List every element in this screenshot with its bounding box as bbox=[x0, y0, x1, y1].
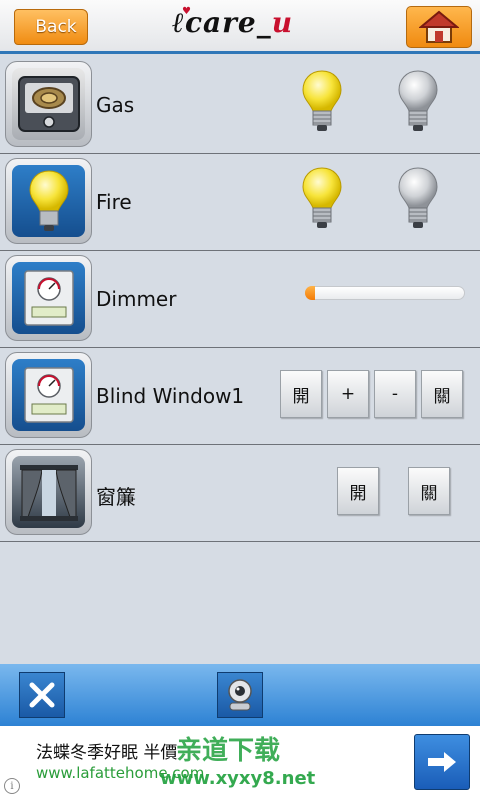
bottom-toolbar bbox=[0, 664, 480, 726]
dimmer-slider[interactable] bbox=[305, 286, 465, 300]
bulb-off-icon[interactable] bbox=[396, 69, 440, 133]
logo-care: care_ bbox=[184, 6, 272, 39]
blind-open-button[interactable]: 開 bbox=[280, 370, 322, 418]
bulb-off-icon[interactable] bbox=[396, 166, 440, 230]
close-button[interactable] bbox=[19, 672, 65, 718]
close-icon bbox=[29, 682, 55, 708]
logo-u: u bbox=[271, 6, 294, 39]
info-icon[interactable]: i bbox=[4, 778, 20, 794]
arrow-right-icon bbox=[428, 752, 456, 772]
watermark-text: 亲道下载 bbox=[176, 736, 281, 766]
device-list: Gas Fire Dimmer Blind Window1 開 + - 關 窗簾… bbox=[0, 57, 480, 542]
device-row-blind-window1: Blind Window1 開 + - 關 bbox=[0, 348, 480, 445]
device-row-fire: Fire bbox=[0, 154, 480, 251]
top-bar: Back ♥ ℓcare_u bbox=[0, 0, 480, 54]
thermostat-icon bbox=[23, 270, 74, 326]
device-icon-frame[interactable] bbox=[5, 449, 92, 535]
device-icon-frame[interactable] bbox=[5, 158, 92, 244]
blind-up-button[interactable]: + bbox=[327, 370, 369, 418]
slider-fill bbox=[305, 286, 315, 300]
bulb-on-icon[interactable] bbox=[300, 166, 344, 230]
device-label: Gas bbox=[96, 93, 135, 117]
home-button[interactable] bbox=[406, 6, 472, 48]
device-icon-frame[interactable] bbox=[5, 255, 92, 341]
blind-close-button[interactable]: 關 bbox=[421, 370, 463, 418]
back-button[interactable]: Back bbox=[14, 9, 88, 45]
device-label: Fire bbox=[96, 190, 132, 214]
bulb-on-icon[interactable] bbox=[300, 69, 344, 133]
device-icon-frame[interactable] bbox=[5, 352, 92, 438]
thermostat-icon bbox=[23, 367, 74, 423]
ad-text: 法蝶冬季好眠 半價 bbox=[36, 743, 178, 763]
ad-banner[interactable]: 法蝶冬季好眠 半價 www.lafattehome.com 亲道下载 www.x… bbox=[0, 726, 480, 800]
device-icon-frame[interactable] bbox=[5, 61, 92, 147]
heart-icon: ♥ bbox=[182, 6, 192, 17]
curtain-open-button[interactable]: 開 bbox=[337, 467, 379, 515]
device-row-dimmer: Dimmer bbox=[0, 251, 480, 348]
ad-go-button[interactable] bbox=[414, 734, 470, 790]
gas-stove-icon bbox=[17, 76, 80, 132]
camera-button[interactable] bbox=[217, 672, 263, 718]
device-row-curtain: 窗簾 開 關 bbox=[0, 445, 480, 542]
webcam-icon bbox=[228, 679, 252, 711]
curtain-close-button[interactable]: 關 bbox=[408, 467, 450, 515]
slider-track bbox=[305, 286, 465, 300]
watermark-url: www.xyxy8.net bbox=[160, 768, 316, 789]
app-logo: ♥ ℓcare_u bbox=[172, 6, 312, 50]
device-label: 窗簾 bbox=[96, 485, 136, 509]
device-label: Dimmer bbox=[96, 287, 177, 311]
lightbulb-icon bbox=[28, 170, 69, 231]
home-icon bbox=[419, 10, 459, 43]
blind-down-button[interactable]: - bbox=[374, 370, 416, 418]
device-row-gas: Gas bbox=[0, 57, 480, 154]
device-label: Blind Window1 bbox=[96, 384, 245, 408]
curtain-icon bbox=[19, 465, 78, 521]
back-button-label: Back bbox=[35, 17, 77, 37]
